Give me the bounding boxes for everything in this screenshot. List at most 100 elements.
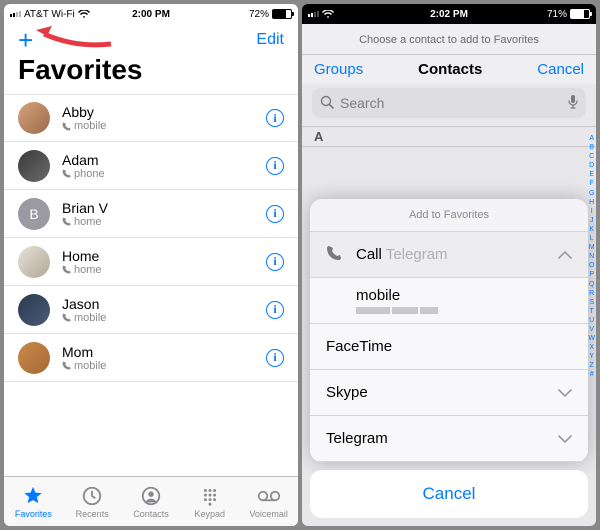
phone-icon (62, 313, 71, 322)
avatar (18, 150, 50, 182)
phone-icon (62, 169, 71, 178)
avatar (18, 342, 50, 374)
cancel-button[interactable]: Cancel (537, 61, 584, 78)
option-sublabel: Telegram (386, 246, 448, 263)
tab-label: Contacts (133, 509, 169, 519)
edit-button[interactable]: Edit (256, 31, 284, 49)
sheet-option-call[interactable]: CallTelegram (310, 232, 588, 278)
carrier-label: AT&T Wi-Fi (24, 9, 75, 20)
picker-navbar: Groups Contacts Cancel (302, 55, 596, 84)
search-input[interactable]: Search (312, 88, 586, 118)
contact-name: Jason (62, 296, 266, 312)
sheet-cancel-button[interactable]: Cancel (310, 470, 588, 518)
tab-label: Keypad (195, 509, 226, 519)
chevron-down-icon (558, 430, 572, 447)
battery-icon (272, 9, 292, 19)
contact-type: home (62, 216, 266, 228)
phone-icon (326, 245, 350, 265)
picker-instruction: Choose a contact to add to Favorites (302, 24, 596, 55)
tab-label: Recents (76, 509, 109, 519)
battery-pct: 72% (249, 9, 269, 20)
avatar (18, 246, 50, 278)
voicemail-icon (257, 485, 281, 507)
favorites-screen: AT&T Wi-Fi 2:00 PM 72% + Edit Favorites … (4, 4, 298, 526)
contact-type: mobile (62, 360, 266, 372)
phone-icon (62, 265, 71, 274)
status-bar: 2:02 PM 71% (302, 4, 596, 24)
favorites-list[interactable]: Abby mobile i Adam phone i B Brian V hom… (4, 94, 298, 476)
sheet-option-facetime[interactable]: FaceTime (310, 324, 588, 370)
tab-keypad[interactable]: Keypad (180, 477, 239, 526)
groups-button[interactable]: Groups (314, 61, 363, 78)
wifi-icon (322, 10, 334, 19)
recents-icon (81, 485, 103, 507)
status-bar: AT&T Wi-Fi 2:00 PM 72% (4, 4, 298, 24)
navbar: + Edit (4, 24, 298, 52)
avatar: B (18, 198, 50, 230)
contact-type: mobile (62, 120, 266, 132)
contact-row[interactable]: Home home i (4, 238, 298, 286)
contact-name: Home (62, 248, 266, 264)
page-title: Favorites (4, 52, 298, 94)
action-sheet: Add to Favorites CallTelegrammobileFaceT… (302, 144, 596, 526)
signal-icon (308, 11, 319, 17)
alpha-index[interactable]: ABCDEFGHIJKLMNOPQRSTUVWXYZ# (588, 134, 595, 380)
chevron-up-icon (558, 246, 572, 263)
favorites-icon (22, 485, 44, 507)
info-button[interactable]: i (266, 109, 284, 127)
sheet-title: Add to Favorites (310, 199, 588, 232)
signal-icon (10, 11, 21, 17)
battery-pct: 71% (547, 9, 567, 20)
info-button[interactable]: i (266, 301, 284, 319)
option-label: Skype (326, 384, 368, 401)
contact-name: Adam (62, 152, 266, 168)
option-label: Telegram (326, 430, 388, 447)
phone-icon (62, 217, 71, 226)
tab-label: Voicemail (249, 509, 288, 519)
tab-contacts[interactable]: Contacts (122, 477, 181, 526)
add-button[interactable]: + (18, 27, 33, 53)
sheet-option-skype[interactable]: Skype (310, 370, 588, 416)
clock: 2:00 PM (132, 9, 170, 20)
picker-title: Contacts (418, 61, 482, 78)
option-label: mobile (356, 287, 400, 304)
tab-recents[interactable]: Recents (63, 477, 122, 526)
contact-row[interactable]: Jason mobile i (4, 286, 298, 334)
sheet-option-mobile[interactable]: mobile (310, 278, 588, 324)
battery-icon (570, 9, 590, 19)
phone-icon (62, 122, 71, 131)
contact-row[interactable]: Mom mobile i (4, 334, 298, 382)
search-icon (320, 95, 334, 112)
contact-type: mobile (62, 312, 266, 324)
search-placeholder: Search (340, 95, 384, 111)
sheet-option-telegram[interactable]: Telegram (310, 416, 588, 462)
contact-type: home (62, 264, 266, 276)
contacts-icon (140, 485, 162, 507)
contact-row[interactable]: Adam phone i (4, 142, 298, 190)
info-button[interactable]: i (266, 157, 284, 175)
info-button[interactable]: i (266, 349, 284, 367)
contact-name: Mom (62, 344, 266, 360)
contact-name: Abby (62, 104, 266, 120)
tab-label: Favorites (15, 509, 52, 519)
info-button[interactable]: i (266, 253, 284, 271)
keypad-icon (199, 485, 221, 507)
option-label: Call (356, 246, 382, 263)
wifi-icon (78, 10, 90, 19)
avatar (18, 102, 50, 134)
mic-icon[interactable] (568, 95, 578, 112)
avatar (18, 294, 50, 326)
redacted-number (356, 307, 438, 314)
option-label: FaceTime (326, 338, 392, 355)
contact-type: phone (62, 168, 266, 180)
info-button[interactable]: i (266, 205, 284, 223)
tab-voicemail[interactable]: Voicemail (239, 477, 298, 526)
contact-row[interactable]: B Brian V home i (4, 190, 298, 238)
contact-row[interactable]: Abby mobile i (4, 94, 298, 142)
contact-picker-screen: 2:02 PM 71% Choose a contact to add to F… (302, 4, 596, 526)
contact-name: Brian V (62, 200, 266, 216)
tab-bar: Favorites Recents Contacts Keypad Voicemail (4, 476, 298, 526)
chevron-down-icon (558, 384, 572, 401)
tab-favorites[interactable]: Favorites (4, 477, 63, 526)
phone-icon (62, 361, 71, 370)
